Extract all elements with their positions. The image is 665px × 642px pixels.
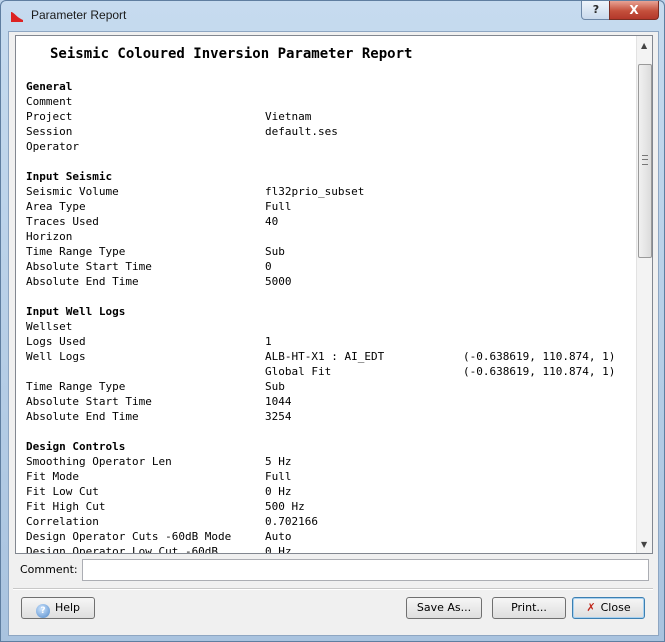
- report-row-key: Input Well Logs: [26, 305, 126, 318]
- report-row-value-fit: (-0.638619, 110.874, 1): [463, 350, 616, 363]
- help-icon: ?: [35, 604, 50, 618]
- report-row-value: 1044: [265, 395, 292, 408]
- report-row-key: Time Range Type: [26, 245, 126, 258]
- report-row-key: Design Controls: [26, 440, 126, 453]
- report-row-key: Design Operator Low Cut -60dB: [26, 545, 219, 554]
- report-row-key: Operator: [26, 140, 79, 153]
- report-row-value: Global Fit: [265, 365, 332, 378]
- report-row-value: 3254: [265, 410, 292, 423]
- report-row-value: Sub: [265, 380, 285, 393]
- divider: [13, 588, 653, 590]
- report-row-value-fit: (-0.638619, 110.874, 1): [463, 365, 616, 378]
- report-row-key: Project: [26, 110, 73, 123]
- window-title: Parameter Report: [31, 8, 127, 22]
- report-row-value: 500 Hz: [265, 500, 305, 513]
- report-row-value: 1: [265, 335, 272, 348]
- report-row-key: Absolute Start Time: [26, 260, 152, 273]
- comment-label: Comment:: [20, 563, 78, 576]
- report-row-value: 0: [265, 260, 272, 273]
- parameter-report-window: Parameter Report ? X Seismic Coloured In…: [0, 0, 665, 642]
- report-row-key: Smoothing Operator Len: [26, 455, 172, 468]
- report-row-key: Fit Low Cut: [26, 485, 99, 498]
- report-row-value: 5 Hz: [265, 455, 292, 468]
- report-row-value: 0 Hz: [265, 485, 292, 498]
- vertical-scrollbar[interactable]: ▲ ▼: [636, 36, 652, 553]
- report-row-key: Time Range Type: [26, 380, 126, 393]
- report-row-value: Full: [265, 200, 292, 213]
- window-close-button[interactable]: X: [609, 1, 659, 20]
- report-row-value: 5000: [265, 275, 292, 288]
- report-row-key: Logs Used: [26, 335, 86, 348]
- report-row-key: Seismic Volume: [26, 185, 119, 198]
- report-title: Seismic Coloured Inversion Parameter Rep…: [50, 46, 413, 62]
- help-button-label: Help: [54, 601, 81, 614]
- help-button[interactable]: ? Help: [21, 597, 95, 619]
- title-bar[interactable]: Parameter Report ? X: [1, 1, 664, 31]
- scrollbar-thumb[interactable]: [638, 64, 652, 258]
- report-row-key: Area Type: [26, 200, 86, 213]
- grip-icon: [642, 155, 648, 165]
- report-row-value: Full: [265, 470, 292, 483]
- dialog-client-area: Seismic Coloured Inversion Parameter Rep…: [8, 31, 659, 636]
- close-button-label: Close: [600, 601, 631, 614]
- save-as-button[interactable]: Save As...: [406, 597, 482, 619]
- scroll-up-arrow-icon[interactable]: ▲: [641, 41, 647, 50]
- report-row-key: Correlation: [26, 515, 99, 528]
- report-row-key: Absolute Start Time: [26, 395, 152, 408]
- report-row-value: ALB-HT-X1 : AI_EDT: [265, 350, 385, 363]
- report-row-value: 40: [265, 215, 279, 228]
- window-help-button[interactable]: ?: [581, 1, 611, 20]
- report-row-key: Horizon: [26, 230, 73, 243]
- report-row-value: 0.702166: [265, 515, 318, 528]
- close-button[interactable]: ✗ Close: [572, 597, 645, 619]
- report-row-value: Sub: [265, 245, 285, 258]
- report-row-key: Traces Used: [26, 215, 99, 228]
- report-row-key: Session: [26, 125, 73, 138]
- report-row-key: Absolute End Time: [26, 275, 139, 288]
- report-row-key: Input Seismic: [26, 170, 113, 183]
- report-row-value: 0 Hz: [265, 545, 292, 554]
- report-row-value: fl32prio_subset: [265, 185, 365, 198]
- report-row-key: Comment: [26, 95, 73, 108]
- comment-input[interactable]: [82, 559, 649, 581]
- report-row-key: Fit High Cut: [26, 500, 106, 513]
- report-row-key: General: [26, 80, 73, 93]
- report-row-key: Fit Mode: [26, 470, 79, 483]
- report-row-key: Absolute End Time: [26, 410, 139, 423]
- report-row-key: Wellset: [26, 320, 73, 333]
- report-row-key: Well Logs: [26, 350, 86, 363]
- report-text-area[interactable]: Seismic Coloured Inversion Parameter Rep…: [15, 35, 653, 554]
- close-icon: ✗: [586, 601, 596, 614]
- scroll-down-arrow-icon[interactable]: ▼: [641, 540, 647, 549]
- app-logo-icon: [11, 12, 23, 22]
- report-row-key: Design Operator Cuts -60dB Mode: [26, 530, 232, 543]
- report-row-value: default.ses: [265, 125, 338, 138]
- report-row-value: Vietnam: [265, 110, 312, 123]
- print-button[interactable]: Print...: [492, 597, 566, 619]
- report-row-value: Auto: [265, 530, 292, 543]
